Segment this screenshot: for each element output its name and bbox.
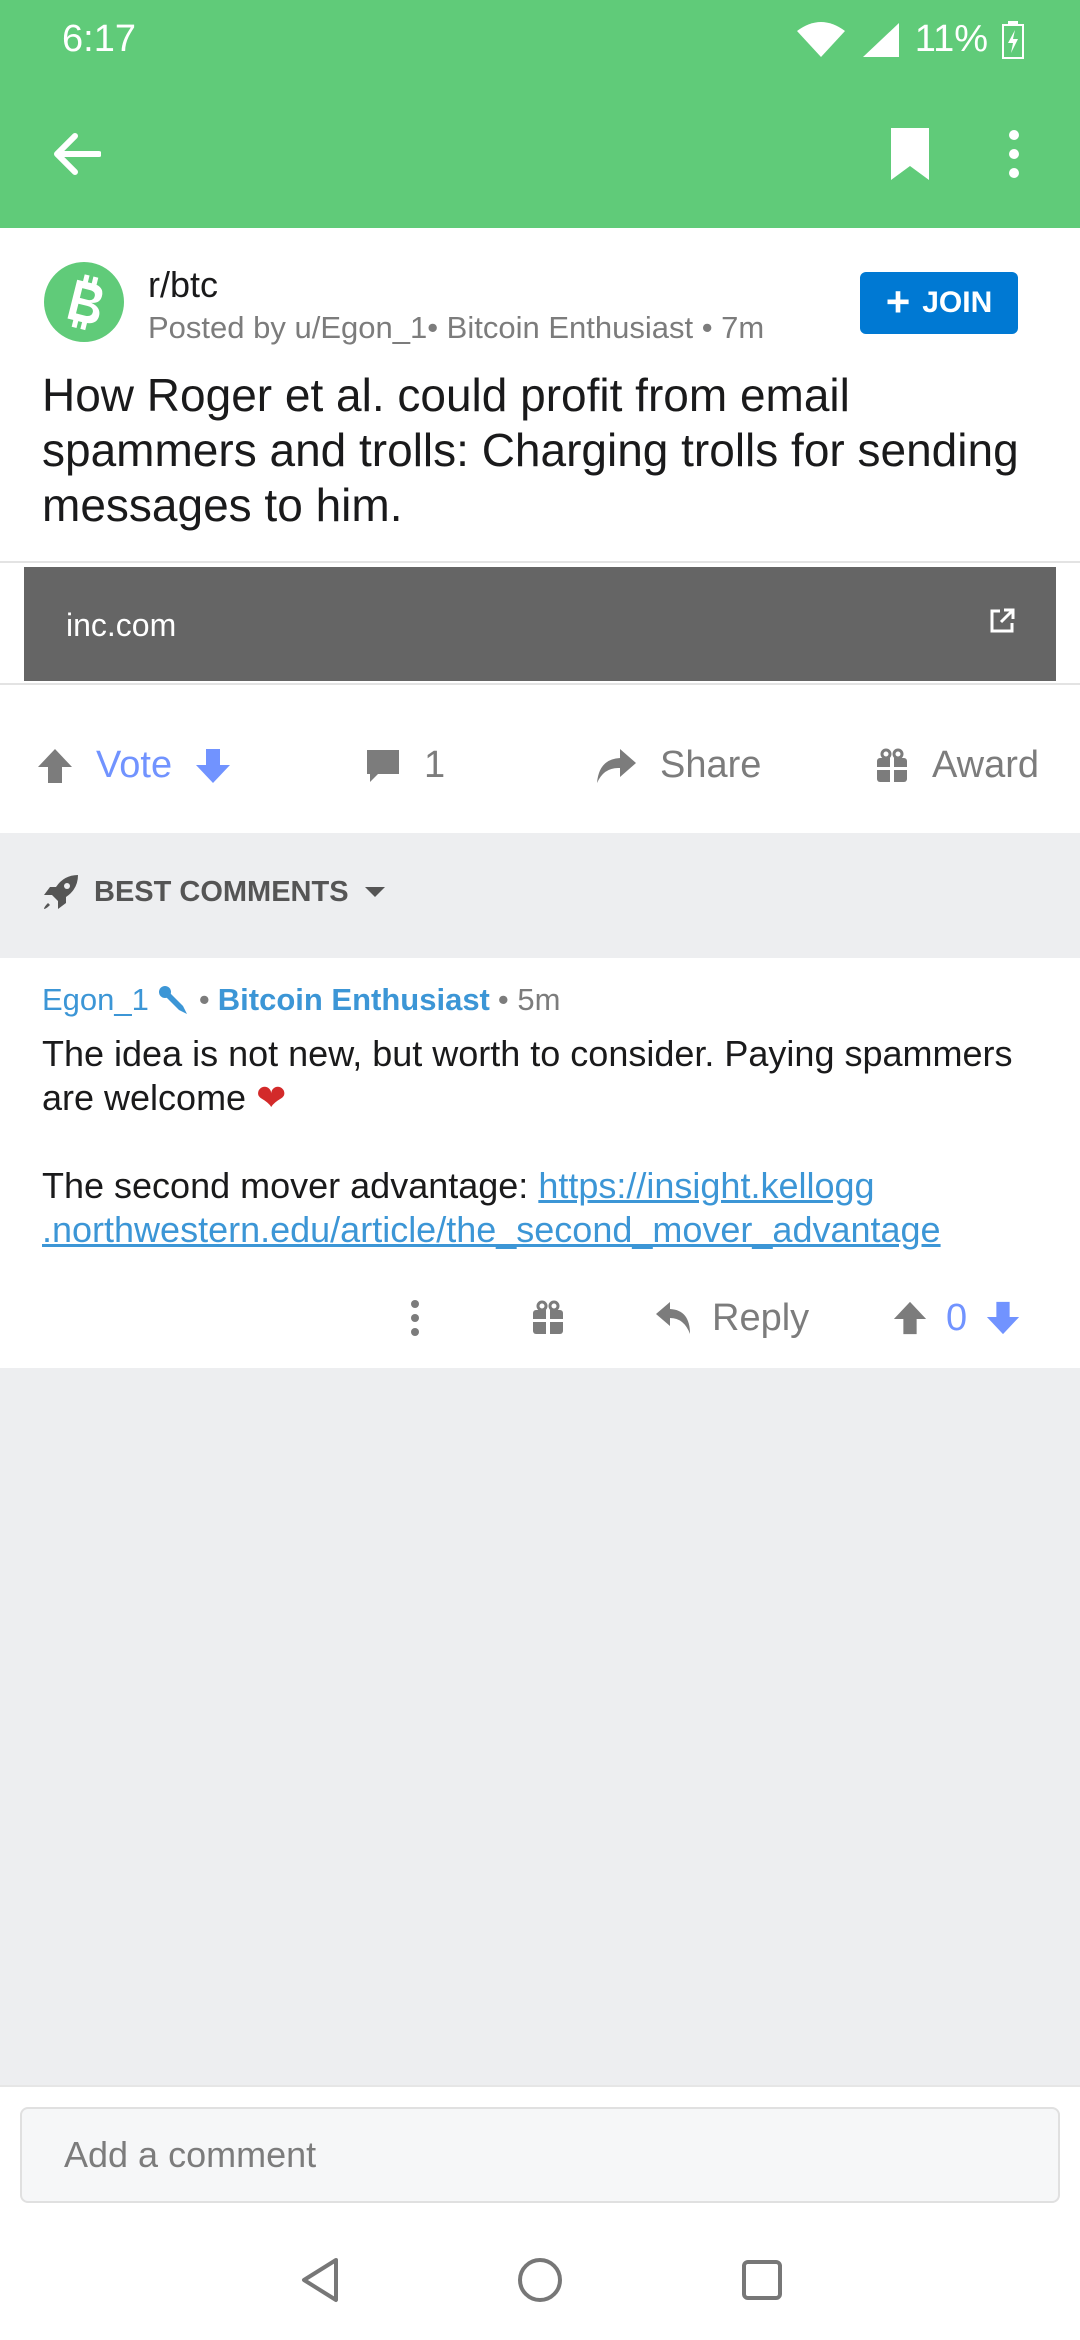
system-nav-bar [0, 2220, 1080, 2340]
comment-paragraph-2: The second mover advantage: https://insi… [42, 1164, 1052, 1252]
subreddit-name[interactable]: r/btc [148, 264, 218, 306]
award-button[interactable]: Award [874, 698, 1039, 833]
award-label: Award [932, 744, 1040, 786]
status-bar: 6:17 11% [0, 0, 1080, 80]
bitcoin-icon [67, 274, 103, 331]
sort-button[interactable]: BEST COMMENTS [42, 873, 387, 911]
post-title: How Roger et al. could profit from email… [42, 369, 1019, 531]
status-icons: 11% [795, 18, 1024, 61]
external-link-icon [990, 608, 1015, 633]
vote-group: Vote [36, 698, 232, 833]
wifi-icon [796, 21, 845, 57]
battery-percent: 11% [914, 18, 988, 60]
meta-separator: • [198, 982, 210, 1017]
link-preview[interactable]: inc.com [0, 561, 1080, 685]
triangle-back-icon [302, 2258, 338, 2302]
comment-icon [367, 749, 399, 782]
comment-meta: Egon_1 • Bitcoin Enthusiast • 5m [42, 982, 560, 1018]
comment-text-2: The second mover advantage: [42, 1165, 529, 1206]
chevron-down-icon [364, 887, 385, 897]
gift-icon [533, 1300, 563, 1334]
nav-home-button[interactable] [508, 2248, 572, 2312]
subreddit-avatar[interactable] [44, 262, 124, 342]
comment-author[interactable]: Egon_1 [42, 982, 149, 1018]
comment-link-part-2: .northwestern.edu/article/the_second_mov… [42, 1209, 941, 1250]
share-icon [597, 748, 636, 783]
comment-actions: Reply 0 [0, 1278, 1080, 1358]
comment-paragraph-1: The idea is not new, but worth to consid… [42, 1032, 1052, 1120]
status-time: 6:17 [62, 18, 136, 60]
comment-score: 0 [946, 1296, 968, 1339]
more-options-button[interactable] [984, 114, 1044, 194]
comment-count: 1 [424, 744, 446, 786]
comment-time: • 5m [497, 982, 561, 1017]
nav-recents-button[interactable] [730, 2248, 794, 2312]
comment-award-button[interactable] [530, 1278, 566, 1358]
rocket-icon [44, 875, 78, 909]
share-label: Share [660, 744, 762, 786]
add-comment-input[interactable] [20, 2107, 1060, 2203]
downvote-icon[interactable] [194, 747, 232, 785]
bookmark-icon [891, 128, 929, 180]
heart-icon: ❤ [256, 1077, 287, 1118]
arrow-left-icon [54, 133, 101, 175]
vote-label: Vote [96, 744, 173, 786]
post-card: r/btc Posted by u/Egon_1• Bitcoin Enthus… [0, 228, 1080, 833]
comment-body: The idea is not new, but worth to consid… [42, 1032, 1052, 1252]
comment-more-button[interactable] [410, 1278, 420, 1358]
square-recents-icon [742, 2260, 782, 2300]
back-button[interactable] [36, 114, 116, 194]
circle-home-icon [518, 2258, 562, 2302]
link-domain: inc.com [66, 607, 177, 643]
comment-flair: Bitcoin Enthusiast [217, 982, 490, 1017]
post-actions: Vote 1 Share Award [0, 698, 1080, 833]
nav-back-button[interactable] [288, 2248, 352, 2312]
gift-icon [877, 748, 907, 782]
downvote-icon[interactable] [985, 1300, 1021, 1336]
comment-link-part-1: https://insight.kellogg [538, 1165, 875, 1206]
post-meta: Posted by u/Egon_1• Bitcoin Enthusiast •… [148, 310, 765, 345]
comment-input-bar [0, 2085, 1080, 2220]
sort-label: BEST COMMENTS [94, 875, 349, 908]
signal-icon [862, 22, 899, 57]
comment-vote-group: 0 [892, 1278, 1021, 1358]
reply-label: Reply [712, 1296, 810, 1339]
comments-sort-bar: BEST COMMENTS [0, 833, 1080, 958]
link-card[interactable]: inc.com [24, 567, 1056, 681]
battery-icon [1002, 20, 1024, 59]
toolbar [0, 80, 1080, 228]
join-button[interactable]: + JOIN [860, 272, 1018, 334]
plus-icon: + [885, 277, 911, 325]
upvote-icon[interactable] [892, 1300, 928, 1336]
comment: Egon_1 • Bitcoin Enthusiast • 5m The ide… [0, 958, 1080, 1368]
comments-button[interactable]: 1 [364, 698, 445, 833]
more-vertical-icon [411, 1300, 419, 1336]
reply-button[interactable]: Reply [654, 1278, 809, 1358]
comment-text-1: The idea is not new, but worth to consid… [42, 1033, 1013, 1118]
app-bar: 6:17 11% [0, 0, 1080, 228]
save-post-button[interactable] [870, 114, 950, 194]
more-vertical-icon [1009, 130, 1019, 178]
upvote-icon[interactable] [36, 747, 74, 785]
wrench-icon [158, 986, 187, 1014]
reply-icon [656, 1302, 690, 1334]
join-label: JOIN [922, 286, 993, 319]
share-button[interactable]: Share [594, 698, 761, 833]
